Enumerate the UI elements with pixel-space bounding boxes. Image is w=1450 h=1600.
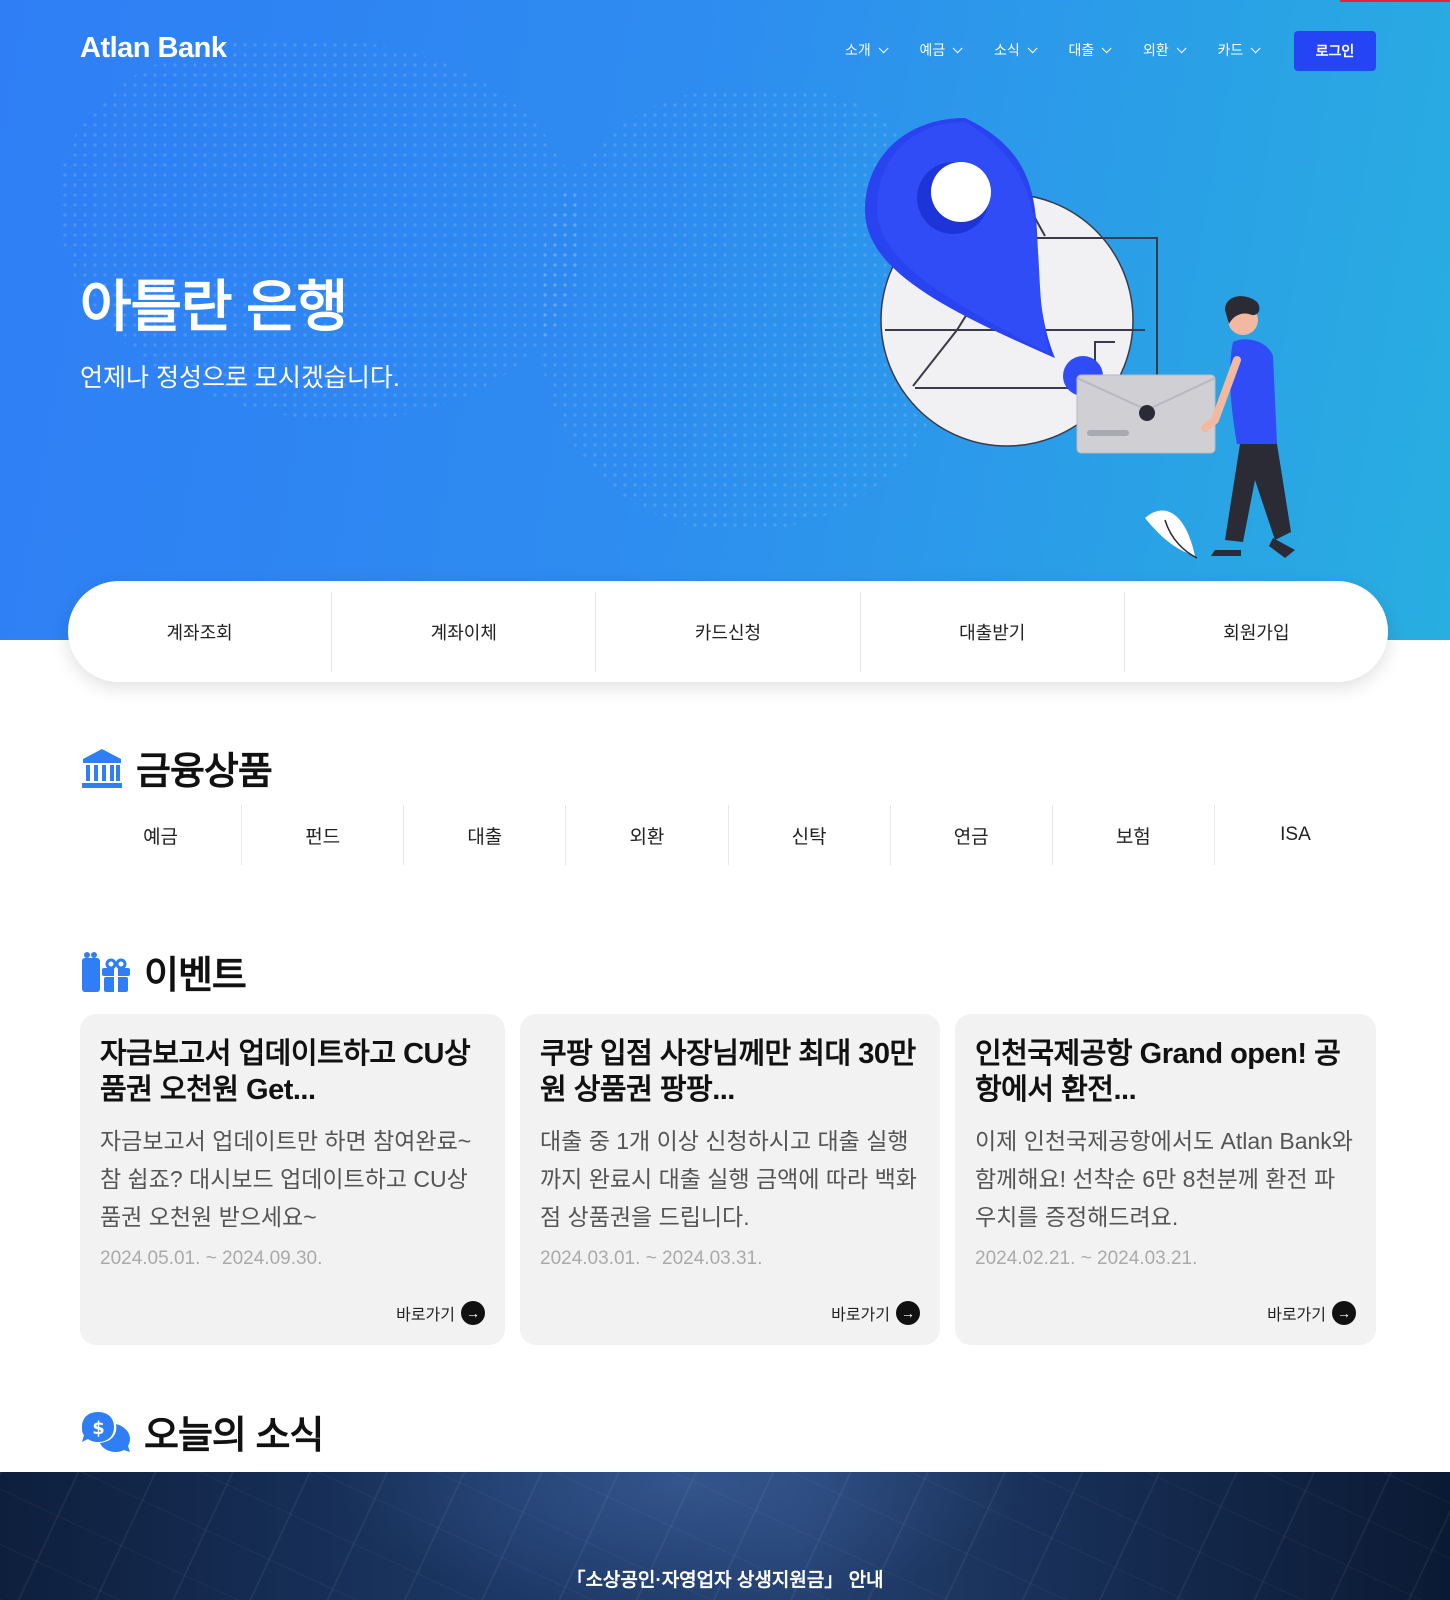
nav-item-deposit[interactable]: 예금 [920,40,995,60]
quick-menu-loan[interactable]: 대출받기 [861,591,1125,672]
product-insurance[interactable]: 보험 [1053,805,1215,865]
products-section-title: 금융상품 [80,740,273,795]
event-date: 2024.02.21. ~ 2024.03.21. [975,1248,1198,1269]
svg-text:$: $ [92,1418,104,1439]
go-link[interactable]: 바로가기 → [831,1301,920,1325]
nav-item-label: 예금 [919,42,946,58]
chevron-down-icon [952,42,963,53]
nav-item-intro[interactable]: 소개 [845,40,920,60]
nav-item-card[interactable]: 카드 [1218,40,1293,60]
hero-section: Atlan Bank 소개 예금 소식 대출 외환 카드 로그인 아틀란 은행 … [0,0,1450,640]
event-title: 쿠팡 입점 사장님께만 최대 30만원 상품권 팡팡... [540,1038,916,1106]
chevron-down-icon [878,42,889,53]
section-heading: 금융상품 [136,751,273,793]
nav-item-label: 대출 [1068,42,1095,58]
event-description: 이제 인천국제공항에서도 Atlan Bank와 함께해요! 선착순 6만 8천… [975,1128,1353,1230]
chevron-down-icon [1176,42,1187,53]
product-isa[interactable]: ISA [1215,805,1376,865]
go-link-label: 바로가기 [1267,1307,1326,1324]
hero-subtitle: 언제나 정성으로 모시겠습니다. [80,364,400,392]
login-button[interactable]: 로그인 [1294,31,1376,71]
event-description: 대출 중 1개 이상 신청하시고 대출 실행까지 완료시 대출 실행 금액에 따… [540,1128,917,1230]
event-date: 2024.05.01. ~ 2024.09.30. [100,1248,323,1269]
chevron-down-icon [1101,42,1112,53]
hero-illustration [865,118,1295,559]
product-pension[interactable]: 연금 [891,805,1053,865]
nav-item-label: 카드 [1217,42,1244,58]
chevron-down-icon [1250,42,1261,53]
top-accent-bar [1340,0,1450,2]
nav-item-label: 소식 [994,42,1020,58]
quick-menu-card-apply[interactable]: 카드신청 [596,591,861,672]
product-deposit[interactable]: 예금 [80,805,243,865]
nav-item-news[interactable]: 소식 [994,40,1069,60]
nav-item-label: 외환 [1143,42,1169,58]
gift-icon [82,951,130,992]
event-title: 자금보고서 업데이트하고 CU상품권 오천원 Get... [100,1038,471,1106]
nav-item-loan[interactable]: 대출 [1069,40,1144,60]
news-banner-text[interactable]: 「소상공인·자영업자 상생지원금」 안내 [0,1565,1450,1592]
product-exchange[interactable]: 외환 [566,805,729,865]
quick-menu-account-inquiry[interactable]: 계좌조회 [68,591,333,672]
go-link[interactable]: 바로가기 → [1267,1301,1356,1325]
event-date: 2024.03.01. ~ 2024.03.31. [540,1248,763,1269]
go-link[interactable]: 바로가기 → [396,1301,485,1325]
event-card[interactable]: 쿠팡 입점 사장님께만 최대 30만원 상품권 팡팡... 대출 중 1개 이상… [520,1014,940,1345]
main-nav: 소개 예금 소식 대출 외환 카드 [845,40,1292,60]
go-link-label: 바로가기 [396,1307,455,1324]
product-loan[interactable]: 대출 [404,805,567,865]
quick-menu-signup[interactable]: 회원가입 [1125,592,1388,672]
chevron-down-icon [1027,42,1038,53]
section-heading: 이벤트 [144,955,247,997]
hero-title: 아틀란 은행 [80,275,348,338]
event-card[interactable]: 인천국제공항 Grand open! 공항에서 환전... 이제 인천국제공항에… [955,1014,1376,1345]
product-tabs: 예금 펀드 대출 외환 신탁 연금 보험 ISA [80,805,1376,865]
bank-icon [82,748,122,788]
arrow-right-icon: → [896,1301,920,1325]
logo[interactable]: Atlan Bank [80,32,227,65]
nav-item-exchange[interactable]: 외환 [1143,40,1218,60]
events-section-title: 이벤트 [80,944,247,999]
product-trust[interactable]: 신탁 [729,805,891,865]
event-title: 인천국제공항 Grand open! 공항에서 환전... [975,1038,1341,1106]
news-section-title: $ 오늘의 소식 [80,1404,324,1459]
event-cards: 자금보고서 업데이트하고 CU상품권 오천원 Get... 자금보고서 업데이트… [80,1014,1376,1345]
arrow-right-icon: → [1332,1301,1356,1325]
arrow-right-icon: → [461,1301,485,1325]
nav-item-label: 소개 [845,42,871,58]
section-heading: 오늘의 소식 [144,1415,324,1457]
quick-menu: 계좌조회 계좌이체 카드신청 대출받기 회원가입 [68,581,1388,682]
event-description: 자금보고서 업데이트만 하면 참여완료~ 참 쉽죠? 대시보드 업데이트하고 C… [100,1128,472,1230]
product-fund[interactable]: 펀드 [242,805,405,865]
page: Atlan Bank 소개 예금 소식 대출 외환 카드 로그인 아틀란 은행 … [0,0,1450,1600]
go-link-label: 바로가기 [831,1307,890,1324]
quick-menu-transfer[interactable]: 계좌이체 [332,591,597,672]
money-chat-icon: $ [82,1411,130,1452]
event-card[interactable]: 자금보고서 업데이트하고 CU상품권 오천원 Get... 자금보고서 업데이트… [80,1014,505,1345]
